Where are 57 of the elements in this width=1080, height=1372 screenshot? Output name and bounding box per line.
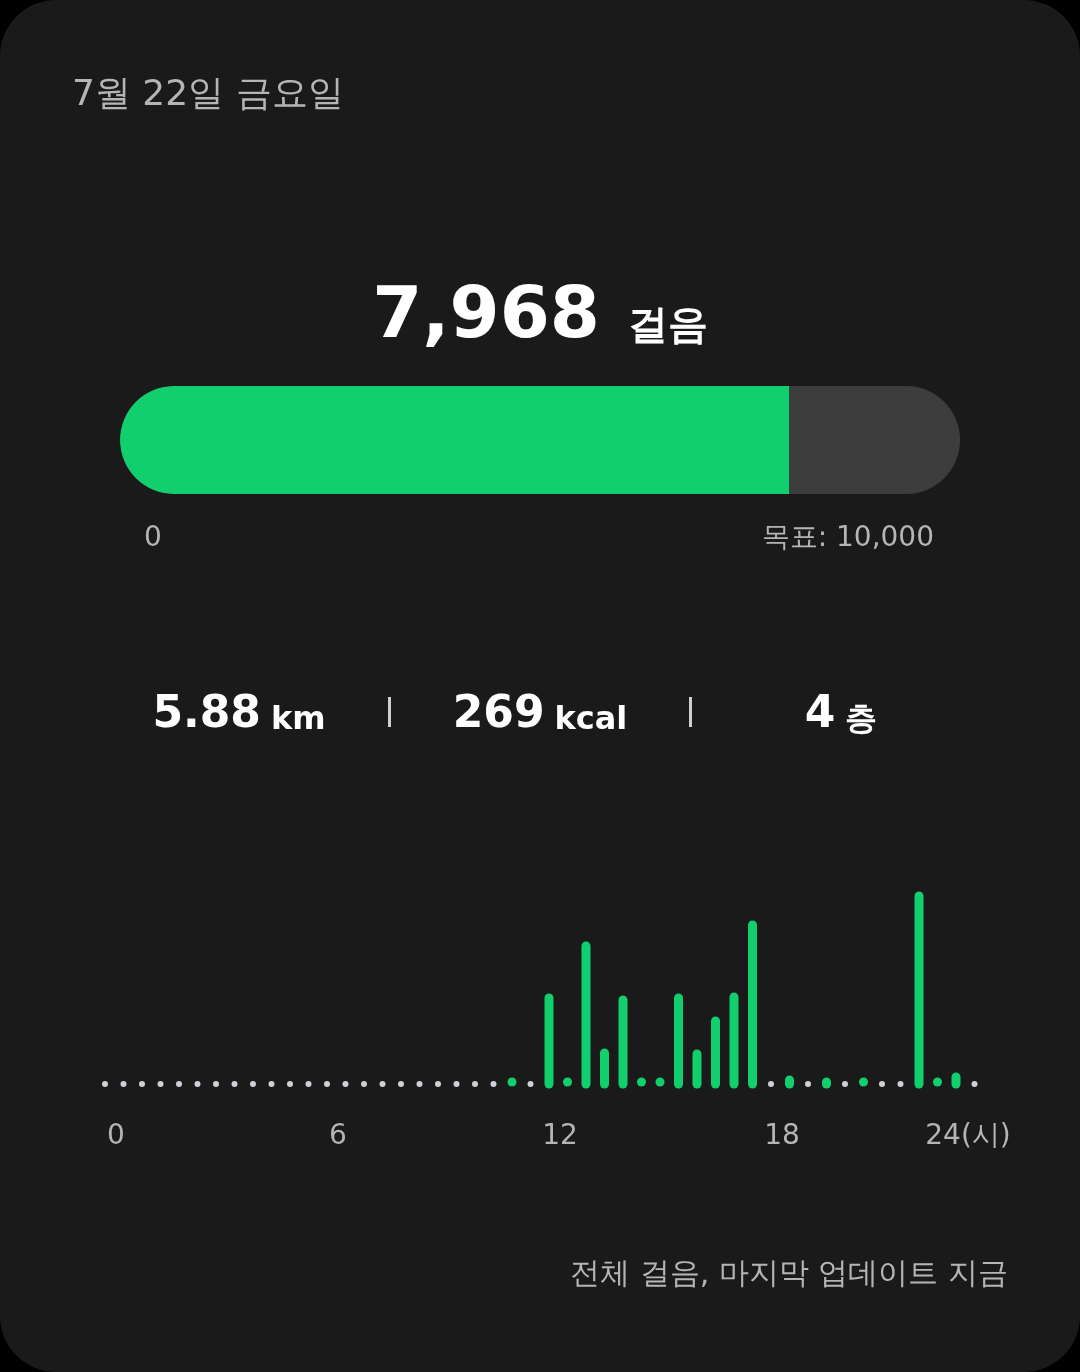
step-dot bbox=[563, 1077, 572, 1087]
empty-hour-dot bbox=[398, 1081, 404, 1087]
axis-label: 0 bbox=[107, 1117, 125, 1153]
step-dot bbox=[655, 1077, 665, 1087]
step-bar bbox=[822, 1077, 831, 1089]
axis-label: 18 bbox=[764, 1117, 800, 1153]
step-dot bbox=[637, 1077, 646, 1087]
empty-hour-dot bbox=[472, 1081, 478, 1087]
empty-hour-dot bbox=[768, 1081, 774, 1087]
empty-hour-dot bbox=[250, 1081, 256, 1087]
empty-hour-dot bbox=[324, 1081, 330, 1087]
empty-hour-dot bbox=[879, 1081, 885, 1087]
empty-hour-dot bbox=[194, 1081, 201, 1087]
empty-hour-dot bbox=[842, 1081, 848, 1087]
stat-value: 269 bbox=[452, 690, 545, 734]
axis-label: 6 bbox=[329, 1117, 347, 1153]
empty-hour-dot bbox=[157, 1081, 164, 1087]
axis-label: 24(시) bbox=[925, 1117, 1011, 1153]
empty-hour-dot bbox=[268, 1081, 275, 1087]
update-status: 전체 걸음, 마지막 업데이트 지금 bbox=[570, 1254, 1008, 1292]
step-dot bbox=[507, 1077, 517, 1087]
min-label: 0 bbox=[144, 519, 162, 555]
empty-hour-dot bbox=[231, 1081, 238, 1087]
empty-hour-dot bbox=[361, 1081, 367, 1087]
step-dot bbox=[933, 1077, 942, 1087]
empty-hour-dot bbox=[453, 1081, 460, 1087]
date-label: 7월 22일 금요일 bbox=[72, 72, 344, 113]
empty-hour-dot bbox=[213, 1081, 219, 1087]
step-bar bbox=[785, 1075, 794, 1089]
stat-unit: km bbox=[270, 702, 326, 734]
empty-hour-dot bbox=[120, 1081, 127, 1087]
stat-unit: kcal bbox=[554, 702, 628, 734]
empty-hour-dot bbox=[379, 1081, 386, 1087]
goal-label: 목표: 10,000 bbox=[761, 519, 934, 555]
stat-value: 4 bbox=[804, 690, 836, 734]
empty-hour-dot bbox=[416, 1081, 423, 1087]
empty-hour-dot bbox=[342, 1081, 349, 1087]
empty-hour-dot bbox=[971, 1081, 978, 1087]
axis-label: 12 bbox=[542, 1117, 578, 1153]
empty-hour-dot bbox=[805, 1081, 811, 1087]
empty-hour-dot bbox=[139, 1081, 145, 1087]
empty-hour-dot bbox=[435, 1081, 441, 1087]
empty-hour-dot bbox=[527, 1081, 534, 1087]
step-dot bbox=[859, 1077, 868, 1087]
empty-hour-dot bbox=[897, 1081, 904, 1087]
empty-hour-dot bbox=[102, 1081, 108, 1087]
step-bar bbox=[951, 1072, 961, 1089]
empty-hour-dot bbox=[176, 1081, 182, 1087]
step-bar bbox=[692, 1049, 702, 1089]
empty-hour-dot bbox=[305, 1081, 312, 1087]
step-bar bbox=[600, 1048, 609, 1089]
step-count: 7,968 bbox=[372, 276, 600, 348]
stat-value: 5.88 bbox=[152, 690, 261, 734]
empty-hour-dot bbox=[287, 1081, 293, 1087]
empty-hour-dot bbox=[490, 1081, 497, 1087]
stat-unit: 층 bbox=[845, 702, 878, 734]
step-unit: 걸음 bbox=[627, 304, 708, 344]
